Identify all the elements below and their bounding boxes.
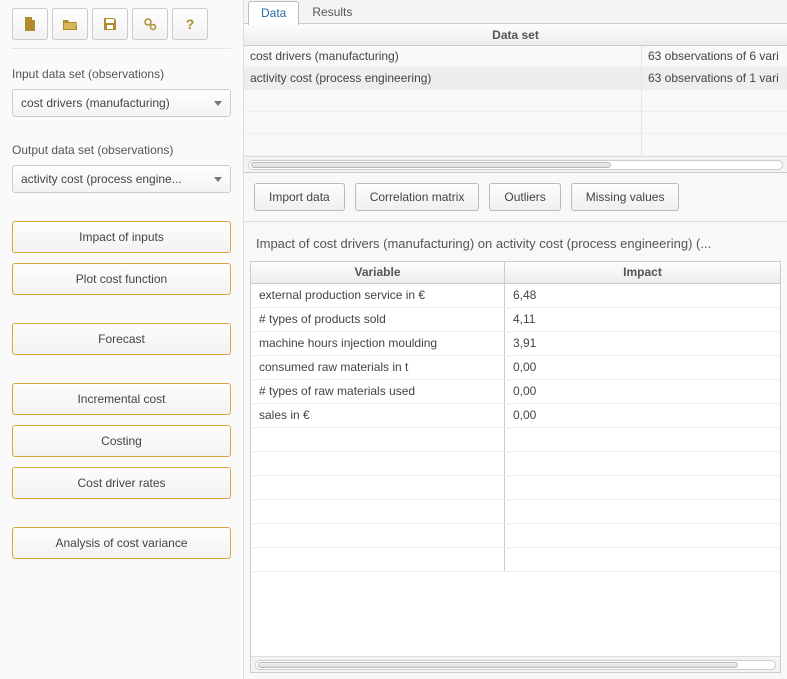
sidebar: ? Input data set (observations) cost dri… <box>0 0 244 679</box>
impact-table-body: external production service in €6,48 # t… <box>251 284 780 656</box>
impact-title: Impact of cost drivers (manufacturing) o… <box>244 222 787 261</box>
help-button[interactable]: ? <box>172 8 208 40</box>
tab-data[interactable]: Data <box>248 1 299 25</box>
chevron-down-icon <box>214 101 222 106</box>
scrollbar-track <box>255 660 776 670</box>
table-row <box>251 476 780 500</box>
data-actions: Import data Correlation matrix Outliers … <box>244 173 787 222</box>
column-header-variable[interactable]: Variable <box>251 262 505 283</box>
table-row <box>251 428 780 452</box>
incremental-cost-button[interactable]: Incremental cost <box>12 383 231 415</box>
datasets-header: Data set <box>244 24 787 46</box>
help-icon: ? <box>186 16 195 32</box>
column-header-impact[interactable]: Impact <box>505 262 780 283</box>
output-dataset-label: Output data set (observations) <box>12 143 231 157</box>
dataset-name: cost drivers (manufacturing) <box>244 46 642 67</box>
table-row <box>244 90 787 112</box>
new-file-icon <box>22 16 38 32</box>
table-row[interactable]: sales in €0,00 <box>251 404 780 428</box>
correlation-matrix-button[interactable]: Correlation matrix <box>355 183 480 211</box>
save-icon <box>102 16 118 32</box>
main-panel: Data Results Data set cost drivers (manu… <box>244 0 787 679</box>
costing-button[interactable]: Costing <box>12 425 231 457</box>
variance-analysis-button[interactable]: Analysis of cost variance <box>12 527 231 559</box>
chevron-down-icon <box>214 177 222 182</box>
missing-values-button[interactable]: Missing values <box>571 183 680 211</box>
output-dataset-dropdown[interactable]: activity cost (process engine... <box>12 165 231 193</box>
input-dataset-value: cost drivers (manufacturing) <box>21 96 170 110</box>
datasets-table: Data set cost drivers (manufacturing) 63… <box>244 24 787 173</box>
input-dataset-label: Input data set (observations) <box>12 67 231 81</box>
table-row <box>251 524 780 548</box>
table-row[interactable]: # types of products sold4,11 <box>251 308 780 332</box>
table-row[interactable]: external production service in €6,48 <box>251 284 780 308</box>
table-row[interactable]: # types of raw materials used0,00 <box>251 380 780 404</box>
impact-table: Variable Impact external production serv… <box>250 261 781 673</box>
dataset-name: activity cost (process engineering) <box>244 68 642 89</box>
settings-button[interactable] <box>132 8 168 40</box>
outliers-button[interactable]: Outliers <box>489 183 560 211</box>
input-dataset-dropdown[interactable]: cost drivers (manufacturing) <box>12 89 231 117</box>
table-row[interactable]: activity cost (process engineering) 63 o… <box>244 68 787 90</box>
table-row <box>251 452 780 476</box>
forecast-button[interactable]: Forecast <box>12 323 231 355</box>
scrollbar-track <box>248 160 783 170</box>
table-row <box>251 548 780 572</box>
open-file-button[interactable] <box>52 8 88 40</box>
gears-icon <box>142 16 158 32</box>
save-button[interactable] <box>92 8 128 40</box>
new-file-button[interactable] <box>12 8 48 40</box>
table-row <box>244 134 787 156</box>
table-row[interactable]: consumed raw materials in t0,00 <box>251 356 780 380</box>
open-folder-icon <box>62 16 78 32</box>
scrollbar-thumb[interactable] <box>251 162 611 168</box>
table-row <box>244 112 787 134</box>
tab-results[interactable]: Results <box>299 0 365 24</box>
import-data-button[interactable]: Import data <box>254 183 345 211</box>
cost-driver-rates-button[interactable]: Cost driver rates <box>12 467 231 499</box>
impact-of-inputs-button[interactable]: Impact of inputs <box>12 221 231 253</box>
scrollbar-thumb[interactable] <box>258 662 738 668</box>
dataset-obs: 63 observations of 1 vari <box>642 68 787 89</box>
tab-bar: Data Results <box>244 0 787 24</box>
toolbar: ? <box>12 0 231 49</box>
output-dataset-value: activity cost (process engine... <box>21 172 182 186</box>
horizontal-scrollbar[interactable] <box>251 656 780 672</box>
table-row <box>251 500 780 524</box>
table-row[interactable]: machine hours injection moulding3,91 <box>251 332 780 356</box>
horizontal-scrollbar[interactable] <box>244 156 787 172</box>
impact-table-header: Variable Impact <box>251 262 780 284</box>
table-row[interactable]: cost drivers (manufacturing) 63 observat… <box>244 46 787 68</box>
plot-cost-function-button[interactable]: Plot cost function <box>12 263 231 295</box>
dataset-obs: 63 observations of 6 vari <box>642 46 787 67</box>
